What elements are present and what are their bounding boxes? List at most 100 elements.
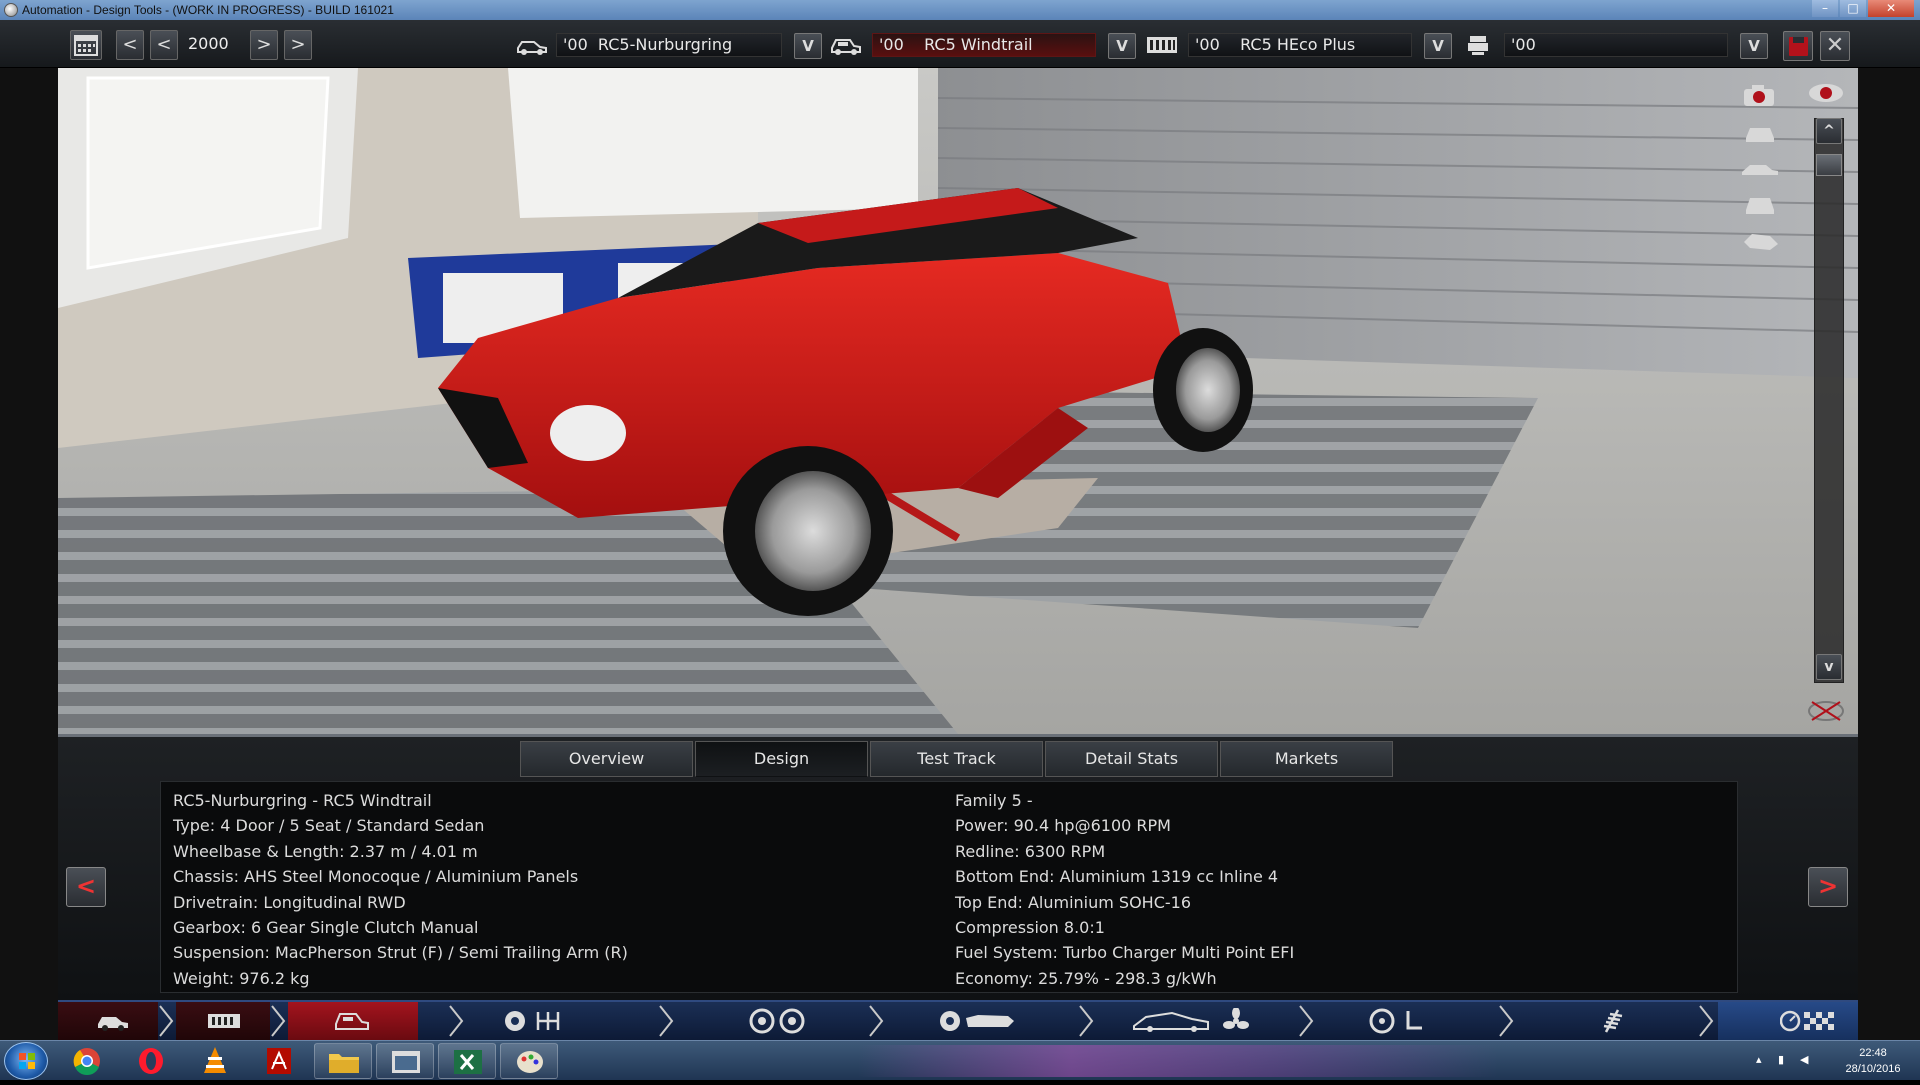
taskbar-chrome[interactable] bbox=[58, 1043, 116, 1079]
engine-dropdown-button[interactable]: V bbox=[1424, 33, 1452, 59]
stage-wheels[interactable] bbox=[688, 1002, 868, 1040]
tab-test-track[interactable]: Test Track bbox=[870, 741, 1043, 777]
eye-icon[interactable] bbox=[1806, 80, 1846, 106]
stat-suspension: Suspension: MacPherson Strut (F) / Semi … bbox=[173, 943, 628, 963]
close-design-button[interactable]: ✕ bbox=[1820, 31, 1850, 61]
view-side-icon[interactable] bbox=[1740, 156, 1780, 182]
year-prev-button[interactable]: < bbox=[150, 30, 178, 60]
hide-view-icon[interactable] bbox=[1806, 698, 1846, 724]
stat-chassis: Chassis: AHS Steel Monocoque / Aluminium… bbox=[173, 867, 579, 887]
network-icon[interactable]: ▮ bbox=[1778, 1053, 1792, 1067]
stage-testing[interactable] bbox=[1718, 1002, 1858, 1040]
camera-icon[interactable] bbox=[1740, 82, 1780, 108]
show-hidden-icons-icon[interactable]: ▴ bbox=[1756, 1053, 1770, 1067]
design-stage-nav bbox=[58, 1000, 1858, 1040]
speedometer-checkered-flag-icon bbox=[1780, 1010, 1834, 1032]
wheels-icon bbox=[749, 1008, 805, 1034]
stat-economy: Economy: 25.79% - 298.3 g/kWh bbox=[955, 968, 1217, 988]
calendar-button[interactable] bbox=[70, 30, 102, 60]
trim-dropdown-button[interactable]: V bbox=[1108, 33, 1136, 59]
view-rear-icon[interactable] bbox=[1740, 192, 1780, 218]
save-button[interactable] bbox=[1783, 31, 1813, 61]
taskbar-excel[interactable] bbox=[438, 1043, 496, 1079]
taskbar-opera[interactable] bbox=[122, 1043, 180, 1079]
chevron-right-icon bbox=[869, 1005, 884, 1037]
stage-interior[interactable] bbox=[1318, 1002, 1498, 1040]
car-info-panel: Overview Design Test Track Detail Stats … bbox=[58, 734, 1858, 1000]
car-stats-left: RC5-Nurburgring - RC5 Windtrail Type: 4 … bbox=[173, 788, 628, 991]
model-select[interactable]: '00 RC5-Nurburgring bbox=[556, 33, 782, 57]
window-title-bar: Automation - Design Tools - (WORK IN PRO… bbox=[0, 0, 1920, 20]
app-window-icon bbox=[392, 1051, 420, 1073]
stage-model[interactable] bbox=[58, 1002, 158, 1040]
car-model-icon bbox=[98, 1017, 128, 1031]
windows-logo-icon bbox=[19, 1053, 35, 1069]
window-close-button[interactable]: ✕ bbox=[1868, 0, 1914, 17]
model-dropdown-button[interactable]: V bbox=[794, 33, 822, 59]
design-toolbar: < < 2000 > > '00 RC5-Nurburgring V '00 R… bbox=[0, 20, 1920, 68]
stat-family: Family 5 - bbox=[955, 791, 1033, 810]
zoom-scroll-track[interactable] bbox=[1814, 118, 1844, 683]
zoom-up-button[interactable]: ^ bbox=[1816, 118, 1842, 144]
tab-detail-stats[interactable]: Detail Stats bbox=[1045, 741, 1218, 777]
stat-redline: Redline: 6300 RPM bbox=[955, 841, 1106, 861]
engine-select[interactable]: '00 RC5 HEco Plus bbox=[1188, 33, 1412, 57]
view-top-icon[interactable] bbox=[1740, 228, 1780, 254]
tab-markets[interactable]: Markets bbox=[1220, 741, 1393, 777]
year-next-button[interactable]: > bbox=[250, 30, 278, 60]
car-trim-icon bbox=[335, 1013, 369, 1030]
chevron-right-icon bbox=[1299, 1005, 1314, 1037]
chevron-right-icon bbox=[1499, 1005, 1514, 1037]
chevron-right-icon bbox=[159, 1005, 174, 1037]
view-front-icon[interactable] bbox=[1740, 120, 1780, 146]
zoom-scroll-thumb[interactable] bbox=[1816, 154, 1842, 176]
trim-select[interactable]: '00 RC5 Windtrail bbox=[872, 33, 1096, 57]
clock-date: 28/10/2016 bbox=[1845, 1063, 1901, 1075]
year-next-fast-button[interactable]: > bbox=[284, 30, 312, 60]
chevron-right-icon bbox=[271, 1005, 286, 1037]
stage-engine[interactable] bbox=[176, 1002, 270, 1040]
variant-dropdown-button[interactable]: V bbox=[1740, 33, 1768, 59]
stat-model-name: RC5-Nurburgring - RC5 Windtrail bbox=[173, 791, 432, 810]
start-button[interactable] bbox=[4, 1042, 48, 1080]
opera-icon bbox=[139, 1048, 163, 1074]
suspension-spring-icon bbox=[1603, 1009, 1623, 1033]
taskbar-acrobat[interactable] bbox=[250, 1043, 308, 1079]
car-model-icon bbox=[517, 41, 547, 55]
stat-bottom-end: Bottom End: Aluminium 1319 cc Inline 4 bbox=[955, 867, 1279, 887]
stage-gearbox[interactable] bbox=[478, 1002, 658, 1040]
stat-wheelbase: Wheelbase & Length: 2.37 m / 4.01 m bbox=[173, 841, 478, 861]
stage-trim-active[interactable] bbox=[288, 1002, 418, 1040]
taskbar-vlc[interactable] bbox=[186, 1043, 244, 1079]
zoom-down-button[interactable]: v bbox=[1816, 654, 1842, 680]
panel-next-button[interactable]: > bbox=[1808, 867, 1848, 907]
volume-icon[interactable]: ◀ bbox=[1800, 1053, 1814, 1067]
taskbar-paint[interactable] bbox=[500, 1043, 558, 1079]
panel-prev-button[interactable]: < bbox=[66, 867, 106, 907]
app-icon bbox=[4, 3, 18, 17]
stat-type: Type: 4 Door / 5 Seat / Standard Sedan bbox=[173, 816, 485, 836]
taskbar-file-explorer[interactable] bbox=[314, 1043, 372, 1079]
stage-suspension[interactable] bbox=[1518, 1002, 1698, 1040]
taskbar-automation-game[interactable] bbox=[376, 1043, 434, 1079]
year-prev-fast-button[interactable]: < bbox=[116, 30, 144, 60]
car-stats-box: RC5-Nurburgring - RC5 Windtrail Type: 4 … bbox=[160, 781, 1738, 993]
maximize-button[interactable]: □ bbox=[1840, 0, 1866, 17]
gear-and-shifter-icon bbox=[505, 1011, 560, 1031]
stage-body[interactable] bbox=[898, 1002, 1078, 1040]
vlc-icon bbox=[204, 1047, 226, 1073]
camera-view-controls: ^ v bbox=[1740, 72, 1858, 732]
minimize-button[interactable]: – bbox=[1812, 0, 1838, 17]
excel-icon bbox=[454, 1050, 482, 1074]
engine-icon bbox=[1147, 37, 1177, 53]
window-title: Automation - Design Tools - (WORK IN PRO… bbox=[22, 3, 394, 17]
stage-aero[interactable] bbox=[1098, 1002, 1298, 1040]
steering-seat-icon bbox=[1369, 1008, 1422, 1034]
year-value: 2000 bbox=[188, 34, 229, 53]
stat-top-end: Top End: Aluminium SOHC-16 bbox=[955, 892, 1192, 912]
system-clock[interactable]: 22:48 28/10/2016 bbox=[1828, 1045, 1918, 1077]
tab-design[interactable]: Design bbox=[695, 741, 868, 777]
car-3d-viewport[interactable]: ^ v bbox=[58, 68, 1858, 734]
tab-overview[interactable]: Overview bbox=[520, 741, 693, 777]
variant-select[interactable]: '00 bbox=[1504, 33, 1728, 57]
